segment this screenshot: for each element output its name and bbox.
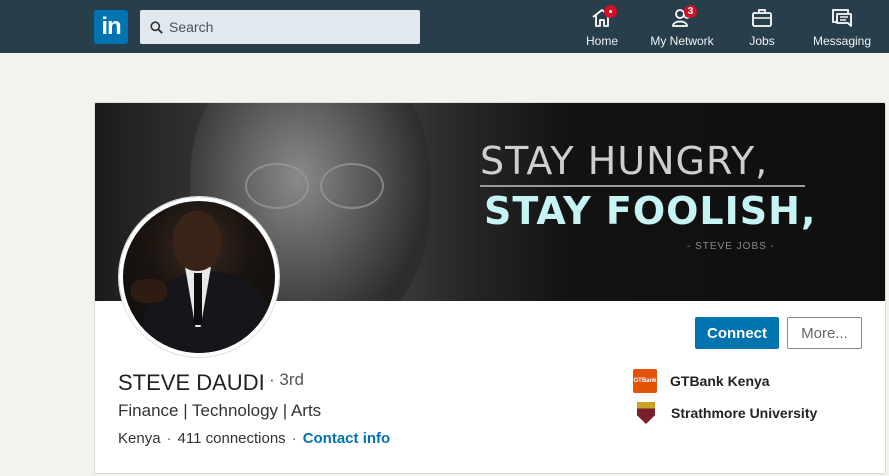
network-notification-badge: 3 — [684, 5, 697, 18]
nav-my-network[interactable]: 3 My Network — [648, 5, 716, 50]
briefcase-icon — [752, 9, 772, 27]
profile-connections[interactable]: 411 connections — [178, 430, 286, 447]
nav-home-label: Home — [585, 34, 618, 48]
linkedin-logo[interactable]: in — [94, 10, 128, 44]
profile-meta: Kenya · 411 connections · Contact info — [118, 430, 391, 447]
profile-card: STAY HUNGRY, STAY FOOLISH, - STEVE JOBS … — [94, 102, 886, 474]
profile-photo[interactable] — [119, 197, 279, 357]
banner-quote-line1: STAY HUNGRY, — [480, 139, 769, 183]
nav-jobs-label: Jobs — [749, 34, 775, 48]
profile-location: Kenya — [118, 430, 161, 447]
org-name: GTBank Kenya — [670, 373, 770, 389]
profile-name: STEVE DAUDI — [118, 370, 265, 395]
contact-info-link[interactable]: Contact info — [303, 430, 391, 447]
banner-quote-attribution: - STEVE JOBS - — [687, 241, 775, 252]
banner-glasses-left — [245, 163, 309, 209]
nav-jobs[interactable]: Jobs — [746, 6, 778, 50]
connect-button[interactable]: Connect — [695, 317, 779, 349]
gtbank-logo: GTBank — [633, 369, 657, 393]
top-nav-bar: in Home 3 My Network — [0, 0, 889, 53]
org-name: Strathmore University — [671, 405, 818, 421]
connection-degree: · 3rd — [269, 370, 304, 389]
nav-home[interactable]: Home — [584, 5, 620, 50]
banner-quote-line2: STAY FOOLISH, — [484, 189, 817, 233]
nav-messaging[interactable]: Messaging — [811, 6, 873, 50]
more-button[interactable]: More... — [787, 317, 862, 349]
nav-my-network-label: My Network — [650, 34, 714, 48]
org-gtbank-kenya[interactable]: GTBank GTBank Kenya — [633, 369, 770, 393]
home-notification-dot — [604, 5, 617, 18]
org-strathmore-university[interactable]: Strathmore University — [633, 402, 817, 424]
banner-quote-divider — [480, 185, 805, 187]
search-input[interactable] — [169, 19, 409, 35]
messaging-icon — [832, 9, 852, 27]
nav-messaging-label: Messaging — [812, 34, 872, 48]
strathmore-crest-logo — [637, 402, 655, 424]
banner-glasses-right — [320, 163, 384, 209]
search-icon — [150, 20, 163, 34]
profile-headline: Finance | Technology | Arts — [118, 401, 322, 420]
search-box[interactable] — [140, 10, 420, 44]
